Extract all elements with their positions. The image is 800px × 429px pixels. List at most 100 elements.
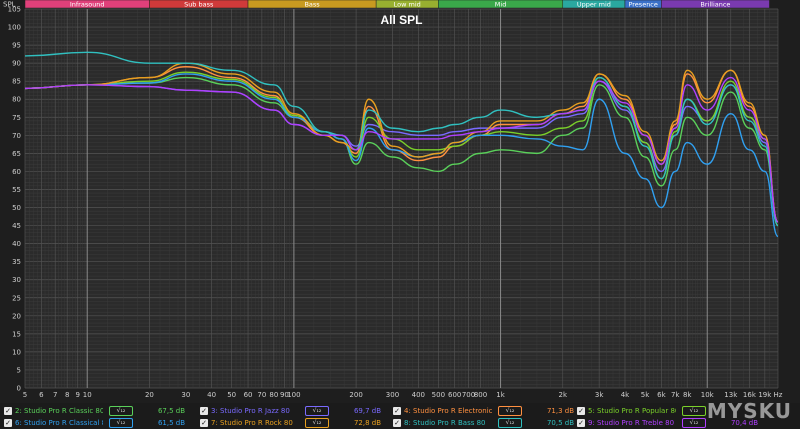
legend-checkbox[interactable]: ✓ <box>4 406 12 415</box>
y-tick-label: 100 <box>8 24 21 32</box>
x-tick-label: 16k <box>743 391 757 399</box>
watermark: MYSKU <box>706 399 792 423</box>
legend-level: 61,5 dB <box>157 418 185 427</box>
band-label: Sub bass <box>184 0 214 8</box>
x-tick-label: 6 <box>39 391 44 399</box>
legend-checkbox[interactable]: ✓ <box>200 406 208 415</box>
y-tick-label: 30 <box>12 276 21 284</box>
x-tick-label: 10 <box>83 391 92 399</box>
legend-level: 67,5 dB <box>157 406 185 415</box>
legend-item[interactable]: ✓ 6: Studio Pro R Classical 80 √₁₂ 61,5 dB <box>4 417 185 428</box>
legend-item[interactable]: ✓ 8: Studio Pro R Bass 80 √₁₂ 70,5 dB <box>393 417 574 428</box>
y-tick-label: 40 <box>12 240 21 248</box>
smoothing-icon[interactable]: √₁₂ <box>682 405 706 416</box>
x-tick-label: 200 <box>349 391 362 399</box>
x-tick-label: 1k <box>496 391 505 399</box>
x-tick-label: 2k <box>559 391 568 399</box>
y-tick-label: 60 <box>12 168 21 176</box>
legend-checkbox[interactable]: ✓ <box>200 418 208 427</box>
legend-label: 4: Studio Pro R Electronic 80 <box>404 406 492 415</box>
x-tick-label: 6k <box>657 391 666 399</box>
smoothing-icon[interactable]: √₁₂ <box>682 417 706 428</box>
x-tick-label: 19k <box>758 391 772 399</box>
legend-label: 9: Studio Pro R Treble 80 <box>588 418 675 427</box>
y-tick-label: 0 <box>17 385 21 393</box>
legend-level: 69,7 dB <box>353 406 381 415</box>
y-tick-label: 55 <box>12 186 21 194</box>
legend-label: 8: Studio Pro R Bass 80 <box>404 418 486 427</box>
x-tick-label: 5 <box>23 391 27 399</box>
x-tick-label: 3k <box>595 391 604 399</box>
band-label: Low mid <box>394 0 421 8</box>
x-tick-label: 400 <box>412 391 425 399</box>
smoothing-icon[interactable]: √₁₂ <box>498 405 522 416</box>
y-axis-label: SPL <box>3 1 16 9</box>
legend-checkbox[interactable]: ✓ <box>393 418 401 427</box>
smoothing-icon[interactable]: √₁₂ <box>109 417 133 428</box>
legend-item[interactable]: ✓ 2: Studio Pro R Classic 80 √₁₂ 67,5 dB <box>4 405 185 416</box>
legend-checkbox[interactable]: ✓ <box>577 406 585 415</box>
legend-checkbox[interactable]: ✓ <box>577 418 585 427</box>
chart-title: All SPL <box>380 13 422 27</box>
legend-label: 3: Studio Pro R Jazz 80 <box>211 406 290 415</box>
x-tick-label: 8k <box>683 391 692 399</box>
x-tick-label: 7 <box>53 391 57 399</box>
smoothing-icon[interactable]: √₁₂ <box>305 405 329 416</box>
x-tick-label: 10k <box>701 391 715 399</box>
band-label: Upper mid <box>577 0 611 8</box>
x-tick-label: 5k <box>641 391 650 399</box>
y-tick-label: 50 <box>12 204 21 212</box>
x-tick-label: 80 <box>269 391 278 399</box>
x-tick-label: 9 <box>76 391 80 399</box>
legend-checkbox[interactable]: ✓ <box>393 406 401 415</box>
legend-item[interactable]: ✓ 7: Studio Pro R Rock 80 √₁₂ 72,8 dB <box>200 417 381 428</box>
legend: ✓ 2: Studio Pro R Classic 80 √₁₂ 67,5 dB ✓ 3:… <box>0 403 800 429</box>
x-tick-label: 300 <box>386 391 399 399</box>
y-tick-label: 25 <box>12 294 21 302</box>
band-label: Presence <box>628 0 657 8</box>
x-tick-label: 800 <box>474 391 487 399</box>
x-tick-label: 60 <box>244 391 253 399</box>
y-tick-label: 75 <box>12 114 21 122</box>
smoothing-icon[interactable]: √₁₂ <box>109 405 133 416</box>
y-tick-label: 10 <box>12 348 21 356</box>
x-tick-label: 7k <box>671 391 680 399</box>
spl-chart: 0510152025303540455055606570758085909510… <box>3 0 783 399</box>
y-tick-label: 45 <box>12 222 21 230</box>
band-label: Brilliance <box>700 0 730 8</box>
x-tick-label: 100 <box>287 391 300 399</box>
y-tick-label: 95 <box>12 42 21 50</box>
legend-label: 7: Studio Pro R Rock 80 <box>211 418 293 427</box>
band-label: Bass <box>304 0 320 8</box>
band-label: Mid <box>495 0 507 8</box>
legend-item[interactable]: ✓4: Studio Pro R Electronic 80 √₁₂ 71,3 dB <box>393 405 574 416</box>
y-tick-label: 35 <box>12 258 21 266</box>
legend-label: 5: Studio Pro R Popular 80 <box>588 406 676 415</box>
x-tick-label: 50 <box>227 391 236 399</box>
x-tick-label: 70 <box>257 391 266 399</box>
y-tick-label: 85 <box>12 78 21 86</box>
smoothing-icon[interactable]: √₁₂ <box>305 417 329 428</box>
x-tick-label: 40 <box>207 391 216 399</box>
x-tick-label: Hz <box>774 391 783 399</box>
y-tick-label: 90 <box>12 60 21 68</box>
y-tick-label: 70 <box>12 132 21 140</box>
legend-level: 71,3 dB <box>546 406 574 415</box>
smoothing-icon[interactable]: √₁₂ <box>498 417 522 428</box>
x-tick-label: 600 <box>448 391 461 399</box>
legend-item[interactable]: ✓ 3: Studio Pro R Jazz 80 √₁₂ 69,7 dB <box>200 405 381 416</box>
x-tick-label: 30 <box>181 391 190 399</box>
x-tick-label: 4k <box>621 391 630 399</box>
x-tick-label: 20 <box>145 391 154 399</box>
y-tick-label: 5 <box>17 366 21 374</box>
y-tick-label: 20 <box>12 312 21 320</box>
y-tick-label: 80 <box>12 96 21 104</box>
x-tick-label: 500 <box>432 391 445 399</box>
legend-level: 70,5 dB <box>546 418 574 427</box>
y-tick-label: 15 <box>12 330 21 338</box>
legend-checkbox[interactable]: ✓ <box>4 418 12 427</box>
legend-label: 6: Studio Pro R Classical 80 <box>15 418 103 427</box>
y-tick-label: 65 <box>12 150 21 158</box>
band-label: Infrasound <box>70 0 105 8</box>
legend-label: 2: Studio Pro R Classic 80 <box>15 406 103 415</box>
